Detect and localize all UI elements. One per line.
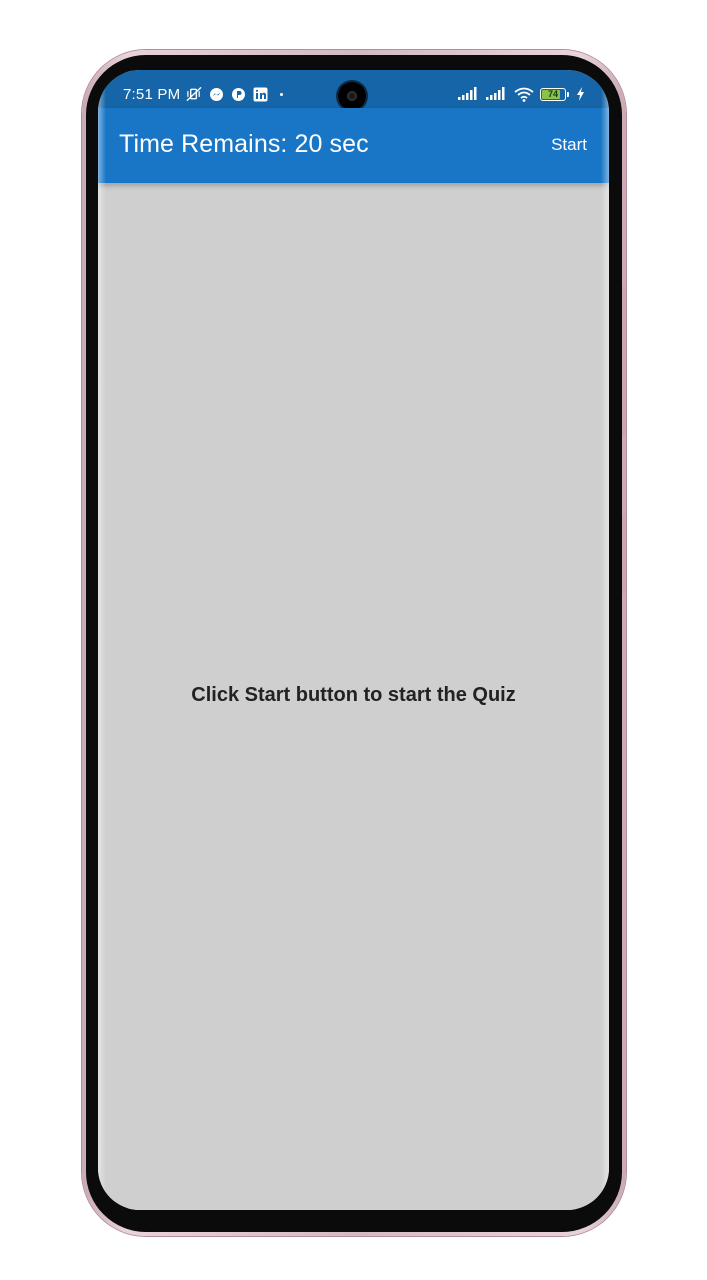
start-button[interactable]: Start	[551, 135, 587, 155]
app-bar: Time Remains: 20 sec Start	[98, 108, 609, 183]
page-title: Time Remains: 20 sec	[119, 130, 369, 158]
charging-icon	[575, 86, 585, 102]
more-dot-icon	[280, 92, 284, 96]
signal-1-icon	[458, 86, 480, 102]
front-camera	[338, 82, 366, 110]
page: 7:51 PM 74 Time Remains: 20 sec Start Cl…	[0, 0, 707, 1280]
messenger-icon	[208, 86, 224, 102]
battery-level: 74	[547, 88, 558, 99]
volume-button	[622, 286, 626, 436]
signal-2-icon	[486, 86, 508, 102]
app-p-icon	[230, 86, 246, 102]
main-content: Click Start button to start the Quiz	[98, 183, 609, 1210]
battery-icon: 74	[540, 87, 569, 101]
wifi-icon	[514, 86, 534, 102]
status-time: 7:51 PM	[123, 85, 181, 103]
linkedin-icon	[252, 86, 268, 102]
phone-screen: 7:51 PM 74 Time Remains: 20 sec Start Cl…	[98, 70, 609, 1210]
power-button	[622, 514, 626, 594]
mute-vibrate-icon	[186, 86, 202, 102]
status-left: 7:51 PM	[123, 85, 284, 103]
status-bar: 7:51 PM 74	[98, 70, 609, 110]
status-right: 74	[458, 84, 585, 104]
quiz-prompt: Click Start button to start the Quiz	[191, 684, 516, 706]
